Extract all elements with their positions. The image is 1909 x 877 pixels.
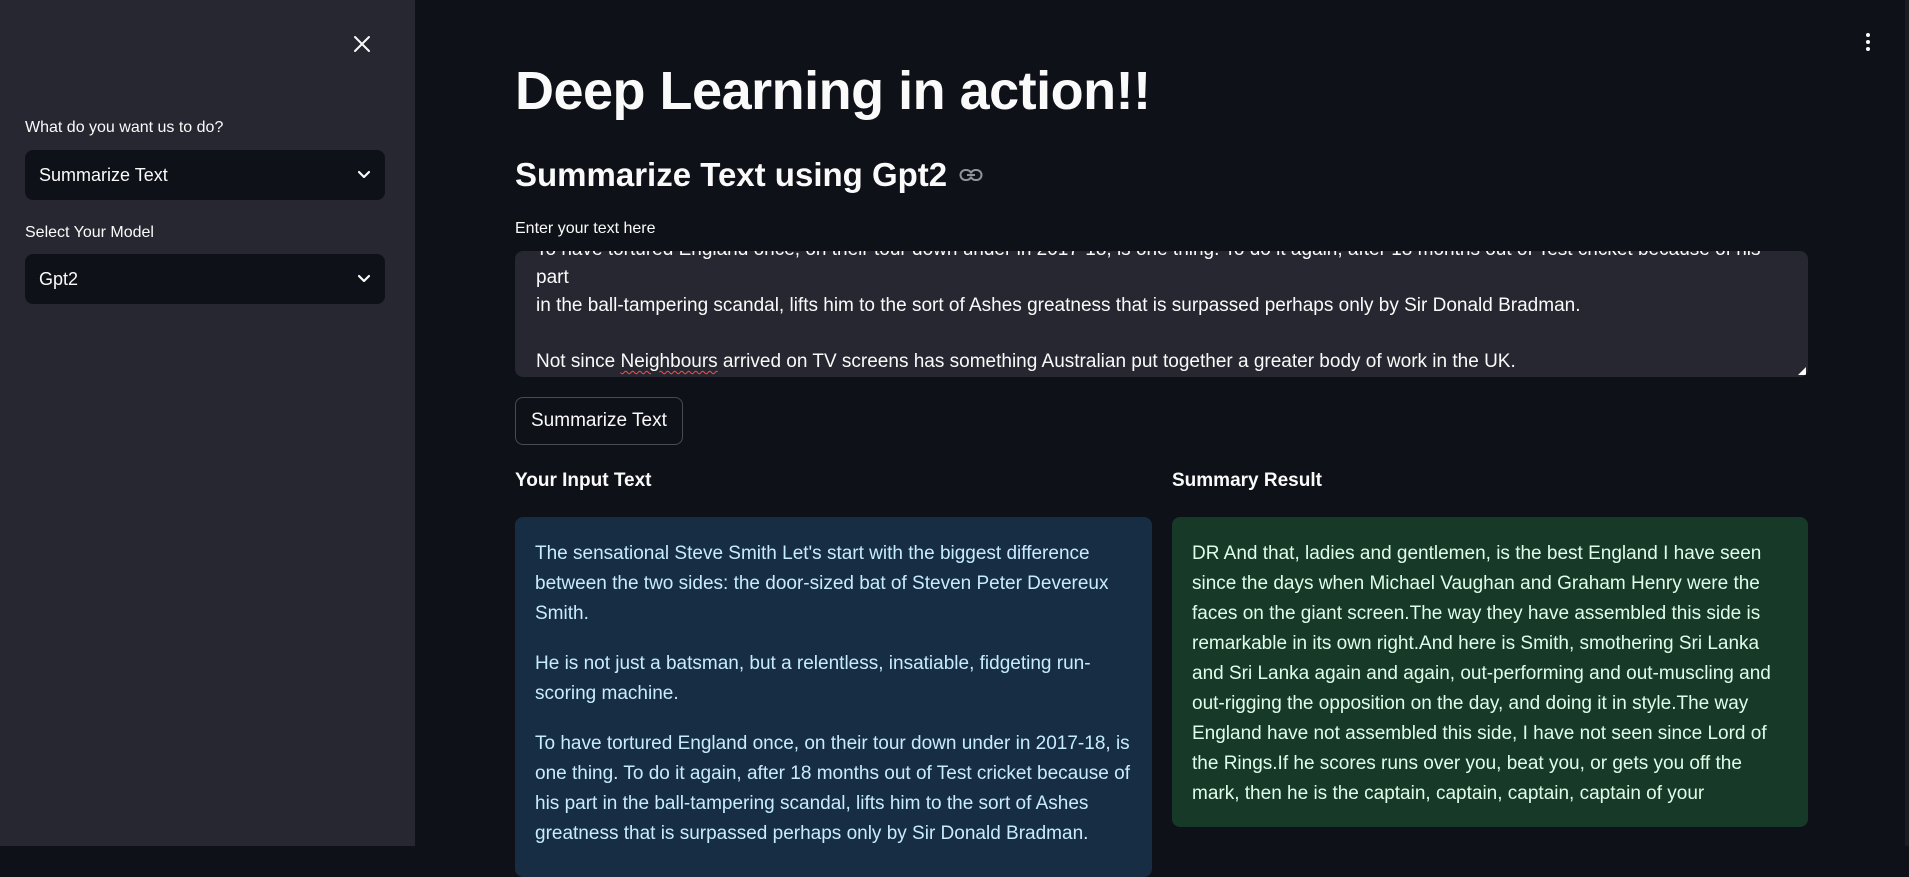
text-input-area[interactable]: To have tortured England once, on their … <box>515 251 1808 377</box>
input-text-box: The sensational Steve Smith Let's start … <box>515 517 1152 877</box>
summary-text: DR And that, ladies and gentlemen, is th… <box>1192 543 1771 804</box>
close-icon <box>354 36 370 52</box>
summary-result-box: DR And that, ladies and gentlemen, is th… <box>1172 517 1808 827</box>
chevron-down-icon <box>357 170 371 179</box>
section-header: Summarize Text using Gpt2 <box>515 154 983 196</box>
close-sidebar-button[interactable] <box>348 30 376 58</box>
kebab-menu-icon <box>1866 33 1870 37</box>
spellcheck-word: Neighbours <box>620 351 718 372</box>
input-paragraph: He is not just a batsman, but a relentle… <box>535 653 1091 704</box>
model-select[interactable]: Gpt2 <box>25 254 385 304</box>
summary-column-title: Summary Result <box>1172 470 1322 491</box>
textarea-line: To have tortured England once, on their … <box>536 251 1761 288</box>
task-select-value: Summarize Text <box>39 164 168 185</box>
section-header-text: Summarize Text using Gpt2 <box>515 156 948 193</box>
model-select-label: Select Your Model <box>25 224 154 241</box>
link-icon[interactable] <box>959 168 983 182</box>
input-paragraph: To have tortured England once, on their … <box>535 733 1131 844</box>
resize-handle-icon[interactable] <box>1798 367 1806 375</box>
textarea-line: Not since Neighbours arrived on TV scree… <box>536 351 1516 372</box>
page-scrollbar[interactable] <box>1905 0 1909 846</box>
input-column-title: Your Input Text <box>515 470 652 491</box>
main-menu-button[interactable] <box>1858 28 1878 56</box>
chevron-down-icon <box>357 274 371 283</box>
sidebar: What do you want us to do? Summarize Tex… <box>0 0 415 846</box>
task-select-label: What do you want us to do? <box>25 119 224 136</box>
page-title: Deep Learning in action!! <box>515 61 1151 121</box>
input-paragraph: The sensational Steve Smith Let's start … <box>535 543 1109 624</box>
text-input-label: Enter your text here <box>515 220 656 237</box>
textarea-line: in the ball-tampering scandal, lifts him… <box>536 295 1581 316</box>
summarize-button[interactable]: Summarize Text <box>515 397 683 445</box>
task-select[interactable]: Summarize Text <box>25 150 385 200</box>
model-select-value: Gpt2 <box>39 268 79 289</box>
